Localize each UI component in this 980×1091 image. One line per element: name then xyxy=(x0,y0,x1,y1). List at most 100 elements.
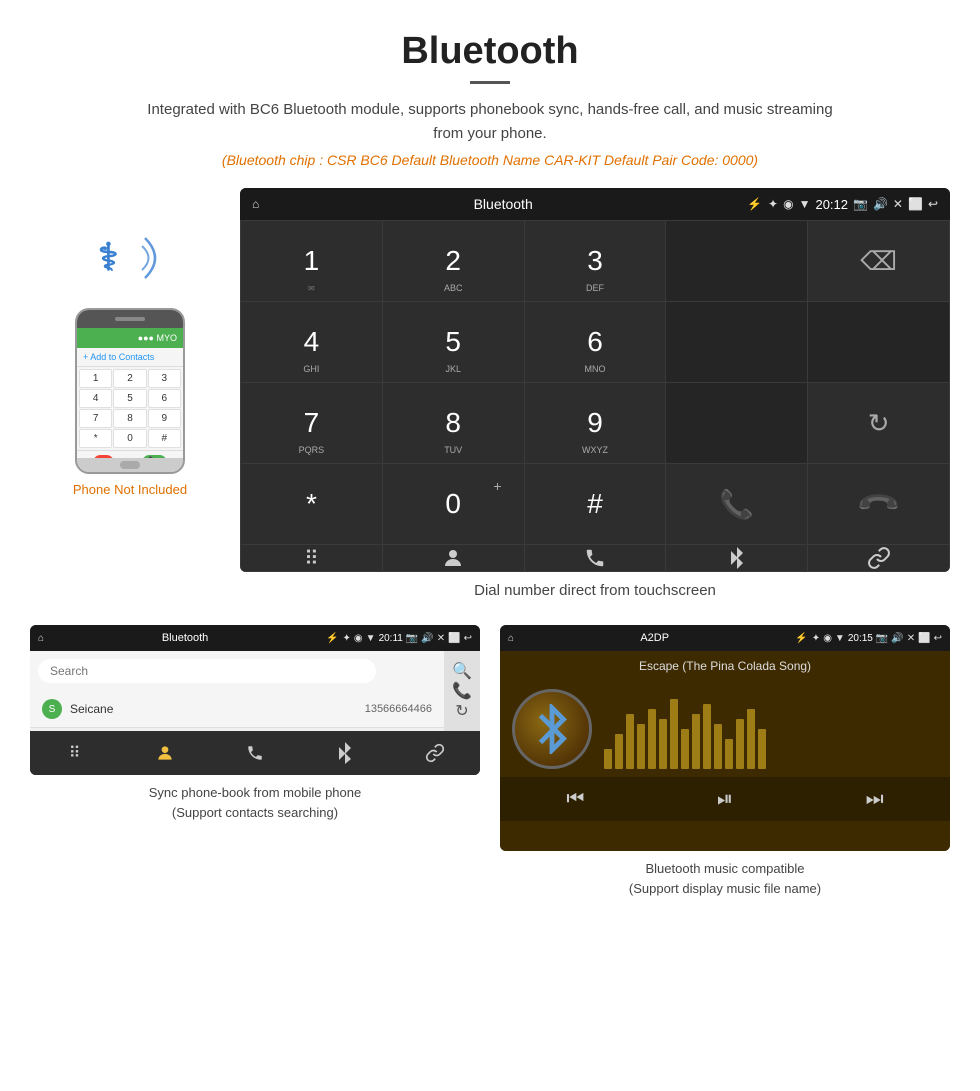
phone-key-5[interactable]: 5 xyxy=(113,389,146,408)
pb-call-side-icon[interactable]: 📞 xyxy=(452,681,472,701)
close-icon[interactable]: ✕ xyxy=(893,197,903,211)
dialer-row-3: 7 PQRS 8 TUV 9 WXYZ ↻ xyxy=(241,383,949,463)
music-window-icon[interactable]: ⬜ xyxy=(918,633,930,644)
dial-backspace[interactable]: ⌫ xyxy=(808,221,949,301)
pb-link-icon xyxy=(425,743,445,763)
pb-home-icon[interactable]: ⌂ xyxy=(38,633,44,644)
music-home-icon[interactable]: ⌂ xyxy=(508,633,514,644)
phone-key-6[interactable]: 6 xyxy=(148,389,181,408)
bt-bottom-icon xyxy=(727,545,747,571)
search-input[interactable] xyxy=(38,659,376,683)
viz-bar-8 xyxy=(681,729,689,769)
phone-call-buttons: ✕ 📞 xyxy=(77,450,183,458)
dial-key-0[interactable]: 0 + xyxy=(383,464,524,544)
phone-key-8[interactable]: 8 xyxy=(113,409,146,428)
dial-empty-4 xyxy=(666,383,807,463)
phone-key-4[interactable]: 4 xyxy=(79,389,112,408)
end-call-icon: 📞 xyxy=(855,480,903,528)
phonebook-side-actions: 🔍 📞 ↻ xyxy=(444,651,480,731)
prev-button[interactable]: ⏮ xyxy=(566,788,584,811)
dial-end-button[interactable]: 📞 xyxy=(808,464,949,544)
car-dialer-area: ⌂ Bluetooth ⚡ ✦ ◉ ▼ 20:12 📷 🔊 ✕ ⬜ ↩ xyxy=(240,188,950,615)
dial-key-5[interactable]: 5 JKL xyxy=(383,302,524,382)
camera-icon[interactable]: 📷 xyxy=(853,197,868,211)
viz-bar-13 xyxy=(736,719,744,769)
dial-call-button[interactable]: 📞 xyxy=(666,464,807,544)
dialer-row-1: 1 ✉ 2 ABC 3 DEF ⌫ xyxy=(241,221,949,301)
pb-window-icon[interactable]: ⬜ xyxy=(448,633,460,644)
music-close-icon[interactable]: ✕ xyxy=(907,633,915,644)
dial-key-8[interactable]: 8 TUV xyxy=(383,383,524,463)
pb-search-icon[interactable]: 🔍 xyxy=(452,661,472,681)
phone-key-0[interactable]: 0 xyxy=(113,429,146,448)
viz-bar-6 xyxy=(659,719,667,769)
dialer-contact-icon[interactable] xyxy=(383,545,524,571)
dialer-row-4: * 0 + # 📞 📞 xyxy=(241,464,949,544)
dial-key-hash[interactable]: # xyxy=(525,464,666,544)
pb-close-icon[interactable]: ✕ xyxy=(437,633,445,644)
phone-call-button[interactable]: 📞 xyxy=(142,455,166,458)
dial-key-4[interactable]: 4 GHI xyxy=(241,302,382,382)
viz-bar-9 xyxy=(692,714,700,769)
phone-key-3[interactable]: 3 xyxy=(148,369,181,388)
back-icon[interactable]: ↩ xyxy=(928,197,938,211)
viz-bar-3 xyxy=(626,714,634,769)
dialer-link-icon[interactable] xyxy=(808,545,949,571)
phone-key-hash[interactable]: # xyxy=(148,429,181,448)
dialer-bluetooth-icon[interactable] xyxy=(666,545,807,571)
contact-row[interactable]: S Seicane 13566664466 xyxy=(30,691,444,728)
dialer-grid-icon[interactable]: ⠿ xyxy=(241,545,382,571)
dial-key-7[interactable]: 7 PQRS xyxy=(241,383,382,463)
dial-key-star[interactable]: * xyxy=(241,464,382,544)
phone-key-1[interactable]: 1 xyxy=(79,369,112,388)
phone-key-7[interactable]: 7 xyxy=(79,409,112,428)
phone-key-2[interactable]: 2 xyxy=(113,369,146,388)
play-pause-button[interactable]: ⏯ xyxy=(717,788,733,811)
home-icon[interactable]: ⌂ xyxy=(252,197,259,211)
pb-link-button[interactable] xyxy=(391,731,480,775)
pb-person-icon xyxy=(155,743,175,763)
pb-volume-icon[interactable]: 🔊 xyxy=(421,633,433,644)
viz-bar-14 xyxy=(747,709,755,769)
dial-key-3[interactable]: 3 DEF xyxy=(525,221,666,301)
pb-camera-icon[interactable]: 📷 xyxy=(406,633,418,644)
usb-icon: ⚡ xyxy=(747,197,762,211)
bluetooth-symbol-icon: ⚕ xyxy=(98,237,119,279)
music-camera-icon[interactable]: 📷 xyxy=(876,633,888,644)
next-button[interactable]: ⏭ xyxy=(866,788,884,811)
pb-grid-button[interactable]: ⠿ xyxy=(30,731,119,775)
contact-phone: 13566664466 xyxy=(365,703,432,715)
volume-icon[interactable]: 🔊 xyxy=(873,197,888,211)
music-time: 20:15 xyxy=(848,633,873,644)
dial-key-9[interactable]: 9 WXYZ xyxy=(525,383,666,463)
album-bt-icon xyxy=(532,704,572,754)
phone-home-button[interactable] xyxy=(120,461,140,469)
phone-key-star[interactable]: * xyxy=(79,429,112,448)
page-header: Bluetooth Integrated with BC6 Bluetooth … xyxy=(0,0,980,178)
viz-bar-12 xyxy=(725,739,733,769)
pb-bt-icon: ✦ xyxy=(343,633,351,644)
time-display: 20:12 xyxy=(815,197,848,212)
pb-contact-button[interactable] xyxy=(120,731,209,775)
phonebook-screen: ⌂ Bluetooth ⚡ ✦ ◉ ▼ 20:11 📷 🔊 ✕ ⬜ ↩ xyxy=(30,625,480,775)
pb-back-icon[interactable]: ↩ xyxy=(464,633,472,644)
phone-mockup: ●●● MYO + Add to Contacts 1 2 3 4 5 6 7 … xyxy=(75,308,185,474)
dialer-bottom-row: ⠿ xyxy=(241,545,949,571)
phone-key-9[interactable]: 9 xyxy=(148,409,181,428)
music-volume-icon[interactable]: 🔊 xyxy=(891,633,903,644)
dial-key-6[interactable]: 6 MNO xyxy=(525,302,666,382)
album-art xyxy=(512,689,592,769)
dial-key-2[interactable]: 2 ABC xyxy=(383,221,524,301)
window-icon[interactable]: ⬜ xyxy=(908,197,923,211)
dial-rotate[interactable]: ↻ xyxy=(808,383,949,463)
pb-refresh-icon[interactable]: ↻ xyxy=(455,701,468,721)
dialer-phone-icon[interactable] xyxy=(525,545,666,571)
phone-end-button[interactable]: ✕ xyxy=(93,455,113,458)
dial-key-1[interactable]: 1 ✉ xyxy=(241,221,382,301)
pb-phone-button[interactable] xyxy=(210,731,299,775)
music-back-icon[interactable]: ↩ xyxy=(934,633,942,644)
wave-outer-icon xyxy=(145,238,155,278)
phone-add-contact: + Add to Contacts xyxy=(77,348,183,367)
music-caption: Bluetooth music compatible (Support disp… xyxy=(629,859,821,898)
pb-bluetooth-button[interactable] xyxy=(301,731,390,775)
